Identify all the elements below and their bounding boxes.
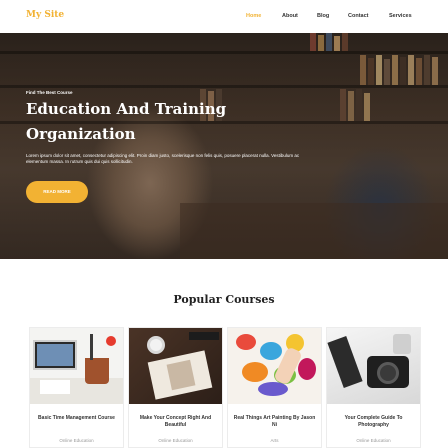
nav-about[interactable]: About	[282, 13, 298, 19]
course-category: Online Education	[356, 438, 391, 443]
course-image-concept[interactable]	[129, 328, 222, 404]
hero-description: Lorem ipsum dolor sit amet, consectetur …	[26, 153, 300, 164]
read-more-button[interactable]: READ MORE	[26, 181, 88, 203]
course-card[interactable]: Basic Time Management Course Online Educ…	[29, 327, 124, 448]
course-category: Online Education	[158, 438, 193, 443]
site-logo[interactable]: My Site	[26, 10, 64, 20]
hero-title: Education And Training Organization	[26, 100, 227, 143]
course-card[interactable]: Make Your Concept Right And Beautiful On…	[128, 327, 223, 448]
nav-contact[interactable]: Contact	[348, 13, 368, 19]
section-title: Popular Courses	[173, 293, 275, 306]
nav-services[interactable]: Services	[389, 13, 412, 19]
course-title[interactable]: Basic Time Management Course	[33, 415, 120, 422]
course-image-photography[interactable]	[327, 328, 420, 404]
course-title[interactable]: Your Complete Guide To Photography	[330, 415, 417, 429]
course-image-painting[interactable]	[228, 328, 321, 404]
hero-section: Find The Best Course Education And Train…	[0, 33, 448, 259]
course-card[interactable]: Your Complete Guide To Photography Onlin…	[326, 327, 421, 448]
course-category: Arts	[270, 438, 279, 443]
course-category: Online Education	[59, 438, 94, 443]
course-card[interactable]: Real Things Art Painting By Jason Ni Art…	[227, 327, 322, 448]
hero-kicker: Find The Best Course	[26, 90, 73, 95]
course-title[interactable]: Make Your Concept Right And Beautiful	[132, 415, 219, 429]
nav-home[interactable]: Home	[246, 13, 261, 19]
nav-blog[interactable]: Blog	[317, 13, 329, 19]
site-header: My Site Home About Blog Contact Services	[0, 0, 448, 33]
course-image-time-management[interactable]	[30, 328, 123, 404]
course-title[interactable]: Real Things Art Painting By Jason Ni	[231, 415, 318, 429]
